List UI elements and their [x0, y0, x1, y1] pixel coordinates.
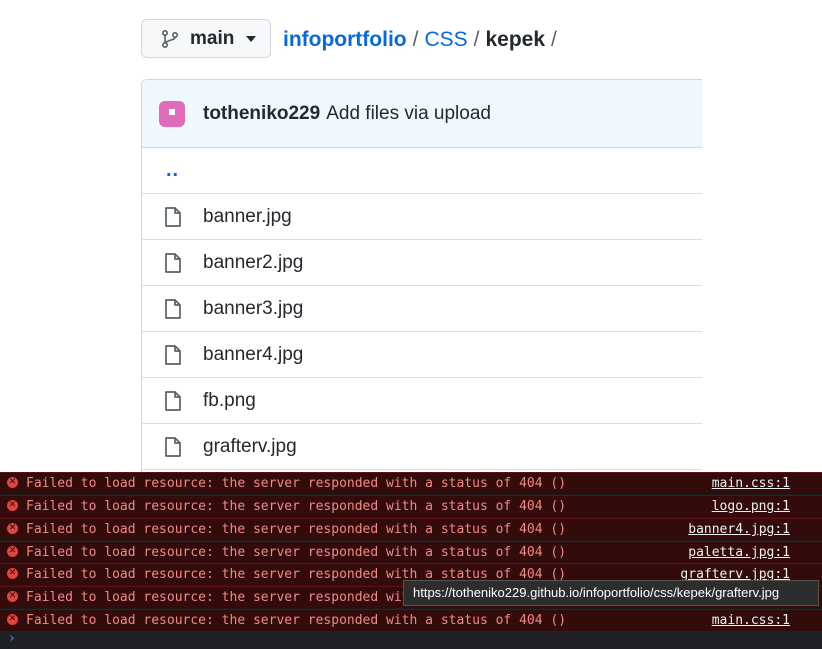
error-icon: ✕ [7, 500, 18, 511]
console-source-link[interactable]: logo.png:1 [712, 499, 790, 514]
console-error-message: ✕ Failed to load resource: the server res… [0, 495, 822, 517]
breadcrumb-folder-link[interactable]: CSS [424, 28, 467, 51]
file-icon [165, 344, 181, 365]
file-row[interactable]: banner2.jpg [142, 240, 702, 286]
console-message-text: Failed to load resource: the server resp… [26, 522, 567, 537]
file-row[interactable]: banner.jpg [142, 194, 702, 240]
latest-commit-bar: totheniko229 Add files via upload [142, 80, 702, 148]
breadcrumb-repo-link[interactable]: infoportfolio [283, 28, 407, 51]
console-source-link[interactable]: paletta.jpg:1 [688, 545, 790, 560]
breadcrumb-separator: / [551, 28, 557, 51]
console-message-text: Failed to load resource: the server resp… [26, 476, 567, 491]
file-icon [165, 436, 181, 457]
file-name-link[interactable]: banner2.jpg [203, 252, 303, 274]
breadcrumb-separator: / [412, 28, 419, 51]
console-input[interactable]: › [0, 631, 822, 649]
error-icon: ✕ [7, 591, 18, 602]
error-icon: ✕ [7, 546, 18, 557]
console-error-message: ✕ Failed to load resource: the server res… [0, 472, 822, 494]
console-message-text: Failed to load resource: the server resp… [26, 499, 567, 514]
breadcrumb-separator: / [473, 28, 480, 51]
file-row[interactable]: grafterv.jpg [142, 424, 702, 470]
console-error-message: ✕ Failed to load resource: the server res… [0, 609, 822, 631]
avatar[interactable] [159, 100, 185, 127]
file-name-link[interactable]: banner3.jpg [203, 298, 303, 320]
branch-selector-button[interactable]: main [141, 19, 271, 58]
file-icon [165, 390, 181, 411]
error-icon: ✕ [7, 477, 18, 488]
git-branch-icon [162, 29, 178, 48]
console-message-text: Failed to load resource: the server resp… [26, 590, 418, 605]
branch-name: main [190, 27, 235, 49]
console-message-text: Failed to load resource: the server resp… [26, 545, 567, 560]
file-name-link[interactable]: grafterv.jpg [203, 436, 297, 458]
file-icon [165, 298, 181, 319]
breadcrumb: infoportfolio / CSS / kepek / [283, 28, 563, 52]
console-source-link[interactable]: main.css:1 [712, 613, 790, 628]
commit-author-link[interactable]: totheniko229 [203, 103, 320, 125]
console-source-link[interactable]: main.css:1 [712, 476, 790, 491]
console-error-message: ✕ Failed to load resource: the server res… [0, 518, 822, 540]
error-icon: ✕ [7, 614, 18, 625]
console-error-message: ✕ Failed to load resource: the server res… [0, 541, 822, 563]
chevron-down-icon [246, 35, 257, 42]
error-icon: ✕ [7, 568, 18, 579]
console-prompt-icon: › [8, 631, 16, 646]
file-name-link[interactable]: fb.png [203, 390, 256, 412]
file-icon [165, 206, 181, 227]
url-tooltip: https://totheniko229.github.io/infoportf… [403, 580, 819, 606]
file-name-link[interactable]: banner.jpg [203, 206, 292, 228]
file-name-link[interactable]: banner4.jpg [203, 344, 303, 366]
error-icon: ✕ [7, 523, 18, 534]
console-message-text: Failed to load resource: the server resp… [26, 613, 567, 628]
commit-message-link[interactable]: Add files via upload [326, 103, 491, 125]
parent-directory-link[interactable]: .. [166, 159, 179, 182]
parent-directory-row[interactable]: .. [142, 148, 702, 194]
file-row[interactable]: fb.png [142, 378, 702, 424]
console-source-link[interactable]: banner4.jpg:1 [688, 522, 790, 537]
file-list: totheniko229 Add files via upload .. ban… [141, 79, 702, 481]
file-row[interactable]: banner3.jpg [142, 286, 702, 332]
breadcrumb-current: kepek [485, 28, 546, 51]
file-row[interactable]: banner4.jpg [142, 332, 702, 378]
file-icon [165, 252, 181, 273]
